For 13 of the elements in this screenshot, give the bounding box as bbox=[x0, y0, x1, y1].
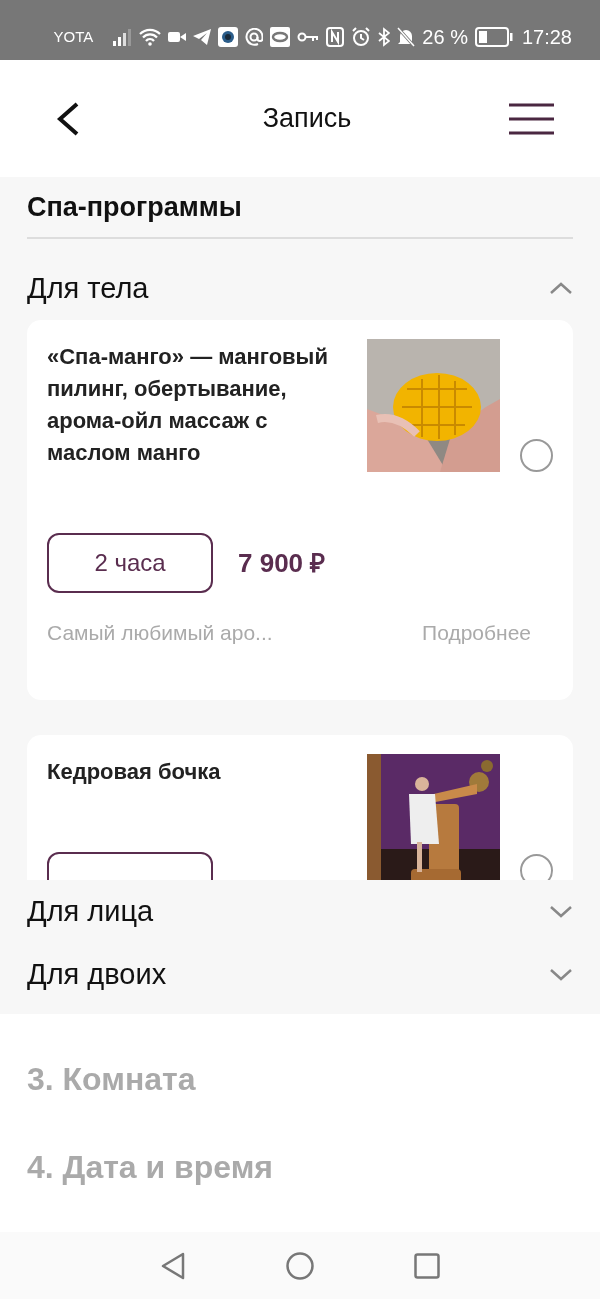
page-title: Запись bbox=[262, 102, 352, 136]
carrier-name: YOTA bbox=[53, 26, 94, 47]
duration-button[interactable]: 2 часа bbox=[47, 533, 213, 593]
program-title: Кедровая бочка bbox=[47, 758, 222, 786]
category-header[interactable]: Для лица bbox=[27, 880, 573, 943]
battery-percent: 26 % bbox=[422, 25, 468, 50]
price: 7 900 ₽ bbox=[238, 546, 326, 580]
section-title: Спа-программы bbox=[27, 191, 243, 224]
program-description: Самый любимый аро... bbox=[47, 620, 273, 646]
clock-time: 17:28 bbox=[521, 25, 572, 50]
program-title: «Спа-манго» — манговый пилинг, обертывание, арома-ойл массаж с маслом манго bbox=[47, 343, 329, 467]
category-header[interactable]: Для двоих bbox=[27, 943, 573, 1006]
category-header[interactable]: Для тела bbox=[27, 257, 573, 320]
